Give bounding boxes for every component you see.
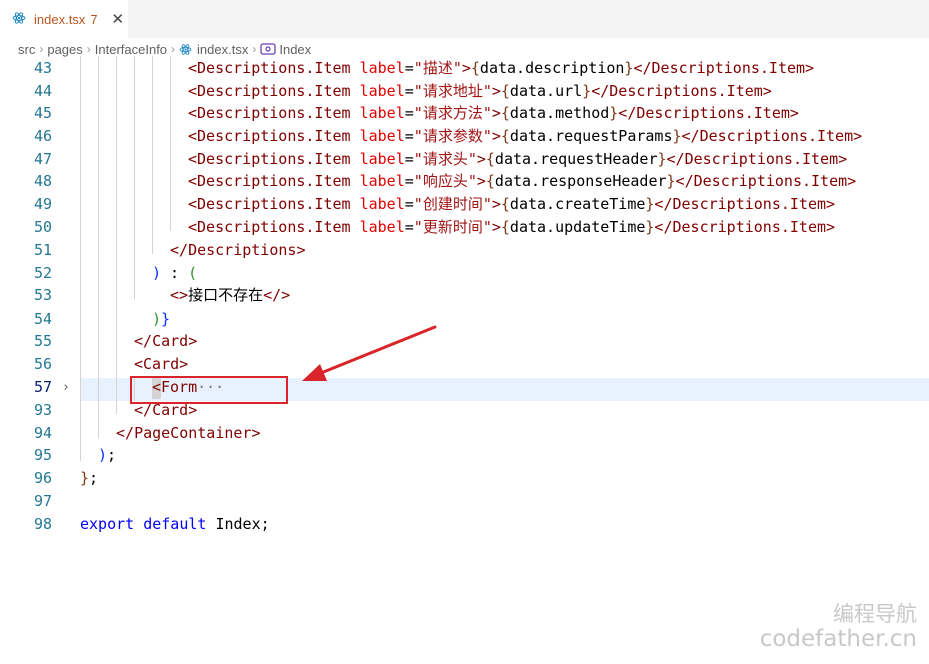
watermark-url: codefather.cn [759, 626, 917, 652]
annotation-arrow [302, 325, 437, 381]
watermark-title: 编程导航 [833, 602, 917, 626]
